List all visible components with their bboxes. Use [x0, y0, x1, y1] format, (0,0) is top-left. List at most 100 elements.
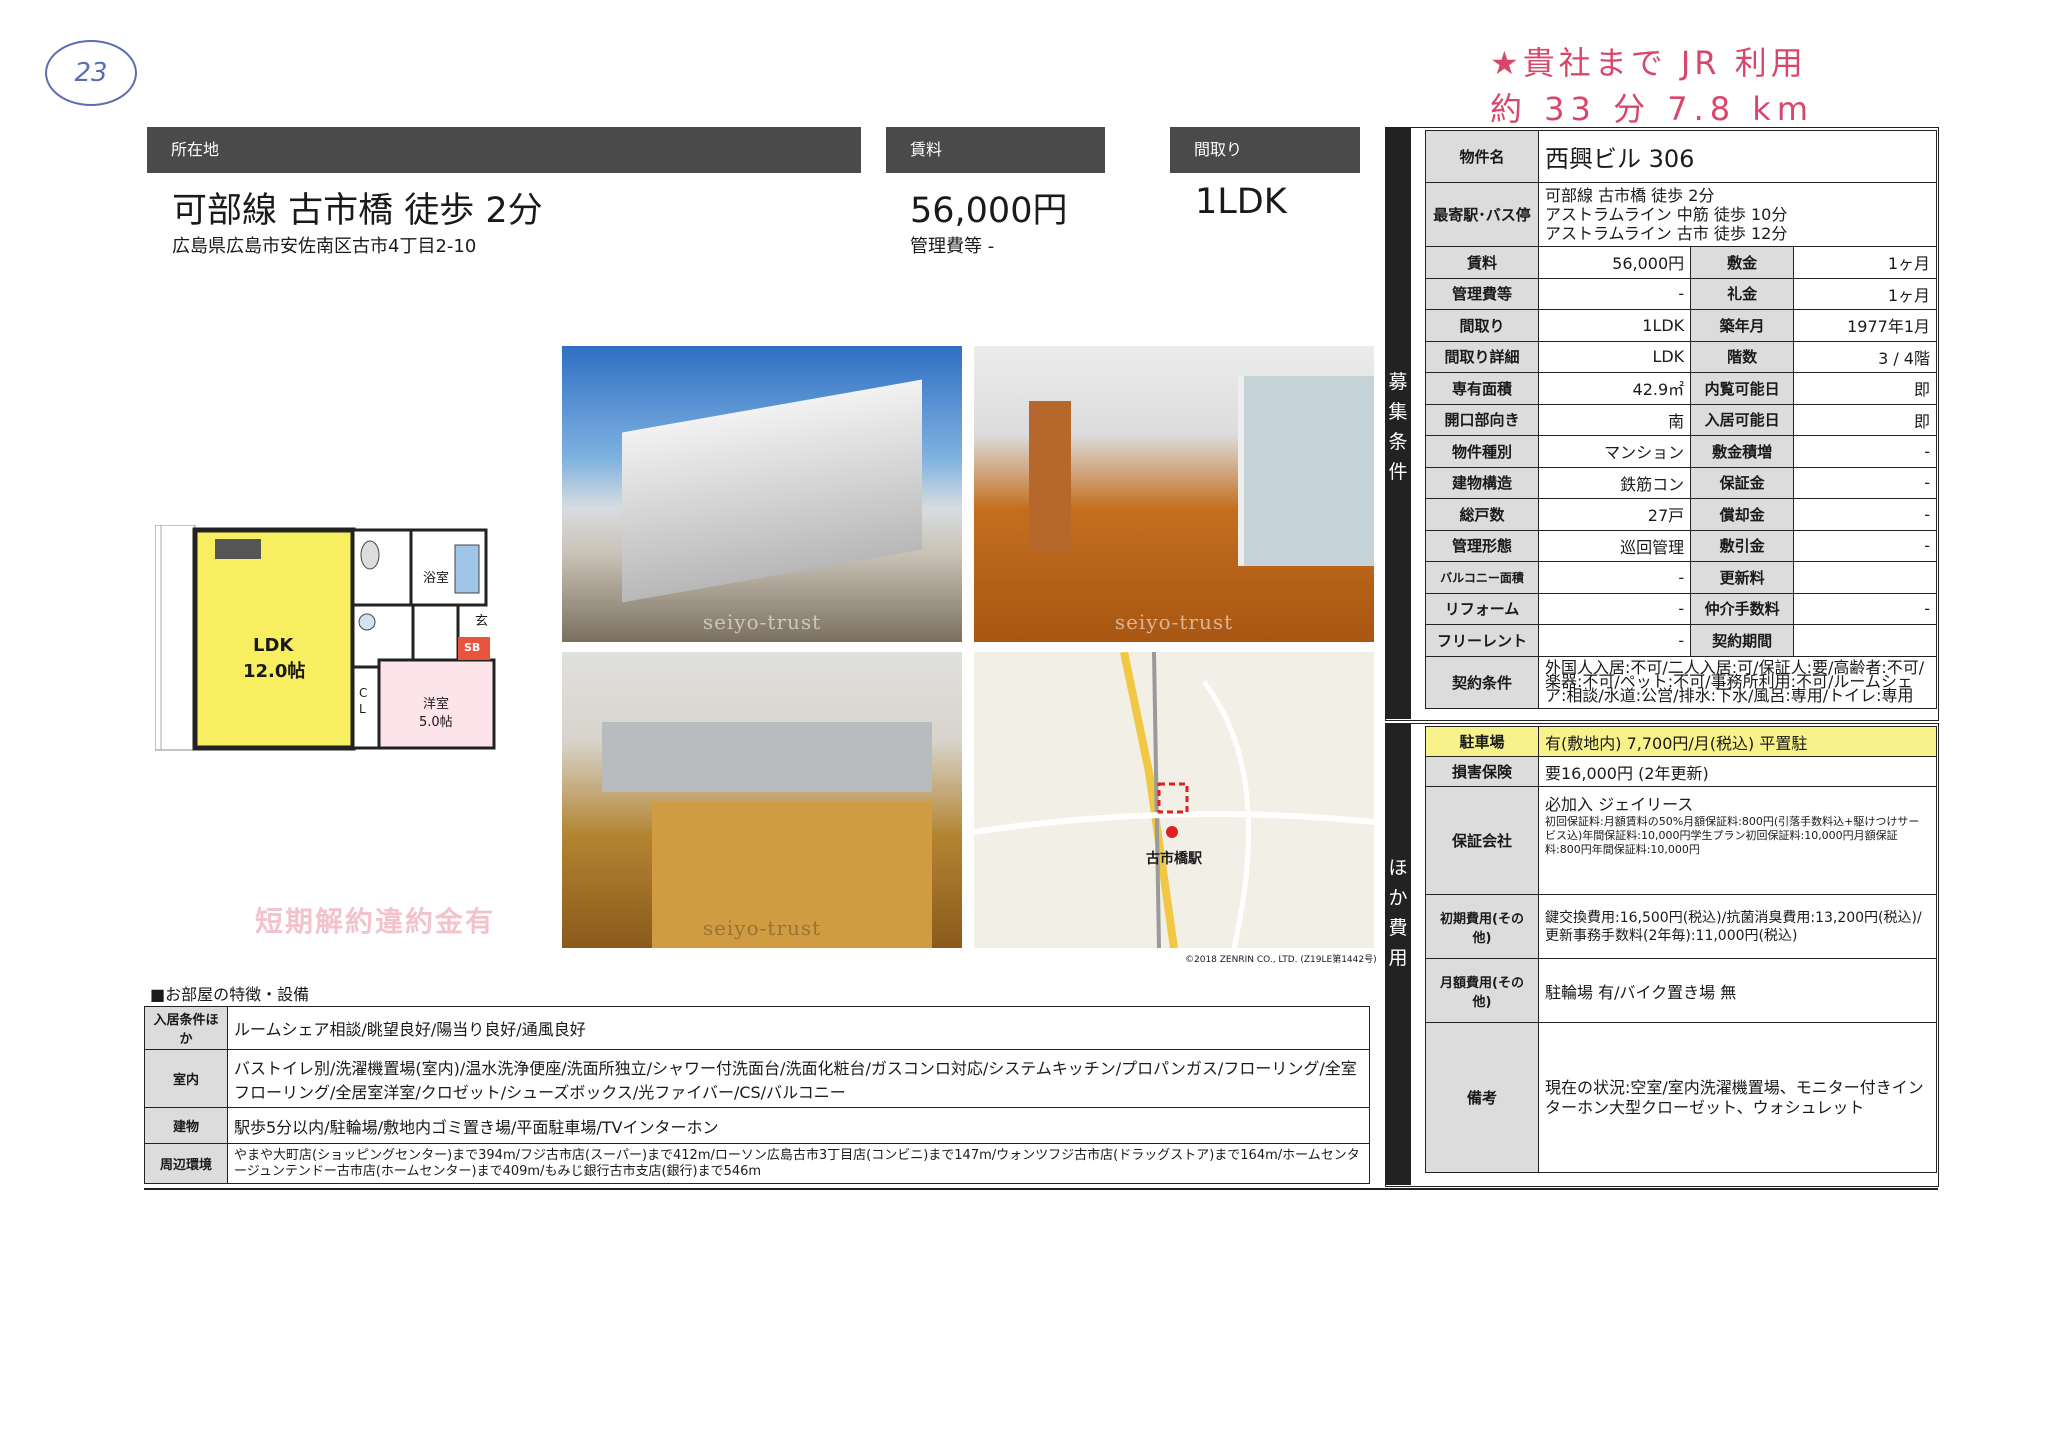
bottom-rule: [144, 1188, 1938, 1190]
location-header: 所在地: [147, 127, 861, 173]
spec-label: 更新料: [1690, 561, 1795, 594]
spec-value: 1ヶ月: [1793, 277, 1937, 310]
handwritten-line2: 約 33 分 7.8 km: [1490, 90, 1815, 128]
western-room-size: 5.0帖: [419, 715, 453, 730]
feature-row: 入居条件ほか ルームシェア相談/眺望良好/陽当り良好/通風良好: [144, 1006, 1370, 1050]
parking-value: 有(敷地内) 7,700円/月(税込) 平置駐: [1538, 726, 1937, 757]
guarantor-value: 必加入 ジェイリース 初回保証料:月額賃料の50%月額保証料:800円(引落手数…: [1538, 786, 1937, 895]
feature-row: 室内 バストイレ別/洗濯機置場(室内)/温水洗浄便座/洗面所独立/シャワー付洗面台…: [144, 1049, 1370, 1108]
area-map: 古市橋駅: [974, 652, 1374, 948]
spec-label: バルコニー面積: [1425, 561, 1539, 594]
spec-value: 1LDK: [1537, 309, 1692, 342]
feature-value: バストイレ別/洗濯機置場(室内)/温水洗浄便座/洗面所独立/シャワー付洗面台/洗…: [227, 1049, 1370, 1108]
spec-label: 開口部向き: [1425, 403, 1539, 436]
other-costs-table: 駐車場 有(敷地内) 7,700円/月(税込) 平置駐 損害保険 要16,000…: [1425, 726, 1937, 1173]
spec-value: -: [1793, 498, 1937, 531]
initial-costs-value: 鍵交換費用:16,500円(税込)/抗菌消臭費用:13,200円(税込)/更新事…: [1538, 894, 1937, 959]
spec-value: 南: [1537, 403, 1692, 436]
nearest-station-label: 最寄駅･バス停: [1425, 182, 1539, 247]
guarantor-detail: 初回保証料:月額賃料の50%月額保証料:800円(引落手数料込+駆けつけサービス…: [1545, 815, 1920, 856]
features-title: ■お部屋の特徴・設備: [150, 985, 310, 1004]
sb-label: SB: [464, 641, 481, 654]
floorplan: LDK 12.0帖 浴室 玄 SB C L 洋室 5.0帖: [154, 524, 540, 757]
feature-value: 駅歩5分以内/駐輪場/敷地内ゴミ置き場/平面駐車場/TVインターホン: [227, 1107, 1370, 1144]
station-line: アストラムライン 古市 徒歩 12分: [1545, 224, 1788, 243]
management-fee: 管理費等 -: [910, 236, 995, 257]
spec-value: -: [1537, 592, 1692, 625]
spec-label: 償却金: [1690, 498, 1795, 531]
rent-header: 賃料: [886, 127, 1105, 173]
map-copyright: ©2018 ZENRIN CO., LTD. (Z19LE第1442号): [1185, 955, 1377, 965]
parking-label: 駐車場: [1425, 726, 1539, 757]
feature-label: 入居条件ほか: [144, 1006, 228, 1050]
recruit-conditions-table: 物件名 西興ビル 306 最寄駅･バス停 可部線 古市橋 徒歩 2分 アストラム…: [1425, 130, 1937, 709]
spec-label: 敷金: [1690, 246, 1795, 279]
address-text: 広島県広島市安佐南区古市4丁目2-10: [172, 236, 477, 257]
spec-row: バルコニー面積 - 更新料: [1425, 561, 1937, 594]
layout-header: 間取り: [1170, 127, 1360, 173]
guarantor-label: 保証会社: [1425, 786, 1539, 895]
spec-value: 27戸: [1537, 498, 1692, 531]
property-name-label: 物件名: [1425, 130, 1539, 183]
feature-row: 周辺環境 やまや大町店(ショッピングセンター)まで394m/フジ古市店(スーパー)…: [144, 1143, 1370, 1184]
features-table: 入居条件ほか ルームシェア相談/眺望良好/陽当り良好/通風良好 室内 バストイレ別/洗…: [144, 1006, 1370, 1184]
western-room-label: 洋室: [423, 697, 450, 712]
building-exterior-photo: seiyo-trust: [562, 346, 962, 642]
spec-value: -: [1793, 435, 1937, 468]
corner-circle-note: 23: [45, 40, 137, 106]
bath-label: 浴室: [423, 571, 450, 586]
ldk-label: LDK: [253, 635, 294, 656]
initial-costs-label: 初期費用(その他): [1425, 894, 1539, 959]
spec-label: 専有面積: [1425, 372, 1539, 405]
spec-label: フリーレント: [1425, 624, 1539, 657]
spec-label: 管理費等: [1425, 277, 1539, 310]
spec-label: 間取り: [1425, 309, 1539, 342]
spec-row: 物件種別 マンション 敷金積増 -: [1425, 435, 1937, 468]
handwritten-line1: ★貴社まで JR 利用: [1490, 44, 1807, 82]
feature-value: やまや大町店(ショッピングセンター)まで394m/フジ古市店(スーパー)まで41…: [227, 1143, 1370, 1184]
spec-value: 56,000円: [1537, 246, 1692, 279]
short-term-penalty-notice: 短期解約違約金有: [255, 905, 496, 938]
spec-row: 建物構造 鉄筋コン 保証金 -: [1425, 466, 1937, 499]
spec-row: 間取り詳細 LDK 階数 3 / 4階: [1425, 340, 1937, 373]
insurance-value: 要16,000円 (2年更新): [1538, 756, 1937, 787]
monthly-costs-label: 月額費用(その他): [1425, 958, 1539, 1023]
spec-label: 階数: [1690, 340, 1795, 373]
spec-value: -: [1793, 592, 1937, 625]
rent-value: 56,000円: [910, 191, 1068, 231]
spec-label: 仲介手数料: [1690, 592, 1795, 625]
spec-label: 間取り詳細: [1425, 340, 1539, 373]
remarks-value: 現在の状況:空室/室内洗濯機置場、モニター付きインターホン大型クローゼット、ウォ…: [1538, 1022, 1937, 1173]
access-text: 可部線 古市橋 徒歩 2分: [172, 191, 543, 231]
map-roads: [974, 652, 1374, 948]
spec-label: 入居可能日: [1690, 403, 1795, 436]
feature-row: 建物 駅歩5分以内/駐輪場/敷地内ゴミ置き場/平面駐車場/TVインターホン: [144, 1107, 1370, 1144]
spec-label: 物件種別: [1425, 435, 1539, 468]
feature-label: 周辺環境: [144, 1143, 228, 1184]
nearest-stations: 可部線 古市橋 徒歩 2分 アストラムライン 中筋 徒歩 10分 アストラムライ…: [1538, 182, 1937, 247]
spec-label: 管理形態: [1425, 529, 1539, 562]
spec-value: 鉄筋コン: [1537, 466, 1692, 499]
spec-row: 管理費等 - 礼金 1ヶ月: [1425, 277, 1937, 310]
spec-value: 1ヶ月: [1793, 246, 1937, 279]
spec-label: 礼金: [1690, 277, 1795, 310]
spec-value: -: [1537, 277, 1692, 310]
spec-row: 開口部向き南入居可能日即: [1425, 403, 1937, 436]
living-room-photo: seiyo-trust: [974, 346, 1374, 642]
spec-row: フリーレント - 契約期間: [1425, 624, 1937, 657]
spec-row: 管理形態 巡回管理 敷引金 -: [1425, 529, 1937, 562]
spec-value: -: [1537, 624, 1692, 657]
spec-row: リフォーム - 仲介手数料 -: [1425, 592, 1937, 625]
spec-value: -: [1537, 561, 1692, 594]
guarantor-main: 必加入 ジェイリース: [1545, 795, 1694, 814]
spec-value: マンション: [1537, 435, 1692, 468]
spec-value: 1977年1月: [1793, 309, 1937, 342]
spec-value: 巡回管理: [1537, 529, 1692, 562]
photo-watermark: seiyo-trust: [702, 610, 822, 634]
spec-value: [1793, 561, 1937, 594]
ldk-size: 12.0帖: [243, 661, 306, 682]
entrance-label: 玄: [475, 614, 489, 629]
monthly-costs-value: 駐輪場 有/バイク置き場 無: [1538, 958, 1937, 1023]
station-line: 可部線 古市橋 徒歩 2分: [1545, 186, 1715, 205]
spec-label: 保証金: [1690, 466, 1795, 499]
